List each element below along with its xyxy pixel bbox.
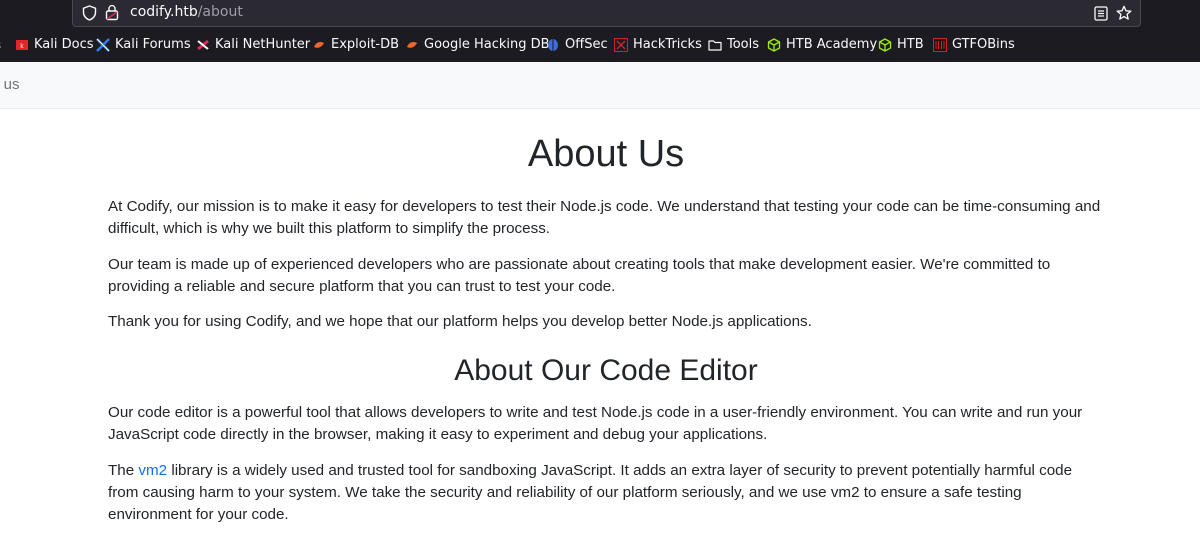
- tracking-protection-shield-icon[interactable]: [82, 5, 97, 21]
- offsec-icon: [548, 39, 558, 51]
- url-path: /about: [197, 4, 243, 20]
- google-hacking-db-icon: [407, 42, 417, 48]
- bookmark-label: Google Hacking DB: [424, 37, 550, 52]
- bookmark-google-hacking-db[interactable]: Google Hacking DB: [405, 36, 550, 54]
- bookmark-hacktricks[interactable]: HackTricks: [614, 36, 702, 54]
- gtfobins-icon: [933, 38, 947, 52]
- mission-paragraph: At Codify, our mission is to make it eas…: [108, 198, 1101, 237]
- bookmark-htb-academy[interactable]: HTB Academy: [767, 36, 877, 54]
- bookmark-offsec[interactable]: OffSec: [546, 36, 608, 54]
- bookmark-folder-tools[interactable]: Tools: [708, 36, 759, 54]
- bookmark-label: HTB Academy: [786, 37, 878, 52]
- bookmark-star-icon[interactable]: [1116, 5, 1132, 21]
- team-paragraph: Our team is made up of experienced devel…: [108, 256, 1051, 295]
- bookmarks-toolbar: s k Kali Docs Kali Forums Kali NetHunter…: [0, 33, 1200, 57]
- bookmark-label: HackTricks: [633, 37, 702, 52]
- editor-paragraph: Our code editor is a powerful tool that …: [108, 404, 1083, 443]
- url-text[interactable]: codify.htb/about: [130, 4, 243, 20]
- folder-icon: [708, 40, 722, 51]
- bookmark-label: Kali NetHunter: [215, 37, 311, 52]
- browser-chrome: codify.htb/about s k Kali Docs Kali Foru…: [0, 0, 1200, 62]
- thanks-paragraph: Thank you for using Codify, and we hope …: [108, 313, 812, 330]
- kali-docs-icon: k: [16, 40, 28, 50]
- vm2-paragraph-rest: library is a widely used and trusted too…: [108, 462, 1073, 523]
- kali-forums-icon: [96, 38, 110, 52]
- bookmark-kali-nethunter[interactable]: Kali NetHunter: [196, 36, 310, 54]
- bookmark-kali-forums[interactable]: Kali Forums: [96, 36, 191, 54]
- url-bar[interactable]: codify.htb/about: [72, 0, 1141, 27]
- htb-academy-cube-icon: [767, 38, 781, 52]
- htb-cube-icon: [878, 38, 892, 52]
- bookmark-gtfobins[interactable]: GTFOBins: [933, 36, 1015, 54]
- bookmark-kali-docs[interactable]: k Kali Docs: [15, 36, 94, 54]
- reader-view-icon[interactable]: [1094, 6, 1108, 21]
- vm2-paragraph-prefix: The: [108, 462, 139, 479]
- svg-text:k: k: [20, 43, 24, 50]
- page-navbar: ut us: [0, 62, 1200, 109]
- kali-nethunter-icon: [197, 39, 209, 51]
- hacktricks-icon: [614, 38, 628, 52]
- bookmark-overflow[interactable]: s: [0, 36, 1, 54]
- section-title-code-editor: About Our Code Editor: [454, 354, 758, 387]
- bookmark-label: OffSec: [565, 37, 608, 52]
- bookmark-label: Tools: [727, 37, 760, 52]
- bookmark-label: Kali Forums: [115, 37, 191, 52]
- bookmark-label: Exploit-DB: [331, 37, 400, 52]
- navbar-page-title[interactable]: ut us: [0, 76, 20, 93]
- bookmark-label: HTB: [897, 37, 924, 52]
- bookmark-exploit-db[interactable]: Exploit-DB: [312, 36, 399, 54]
- bookmark-label: GTFOBins: [952, 37, 1015, 52]
- lock-icon[interactable]: [105, 4, 119, 21]
- page-title: About Us: [527, 133, 685, 175]
- exploit-db-icon: [314, 42, 324, 48]
- vm2-paragraph: The vm2 library is a widely used and tru…: [108, 460, 1104, 526]
- url-host: codify.htb: [130, 4, 198, 20]
- vm2-link[interactable]: vm2: [138, 462, 167, 479]
- bookmark-label: Kali Docs: [34, 37, 94, 52]
- bookmark-htb[interactable]: HTB: [878, 36, 924, 54]
